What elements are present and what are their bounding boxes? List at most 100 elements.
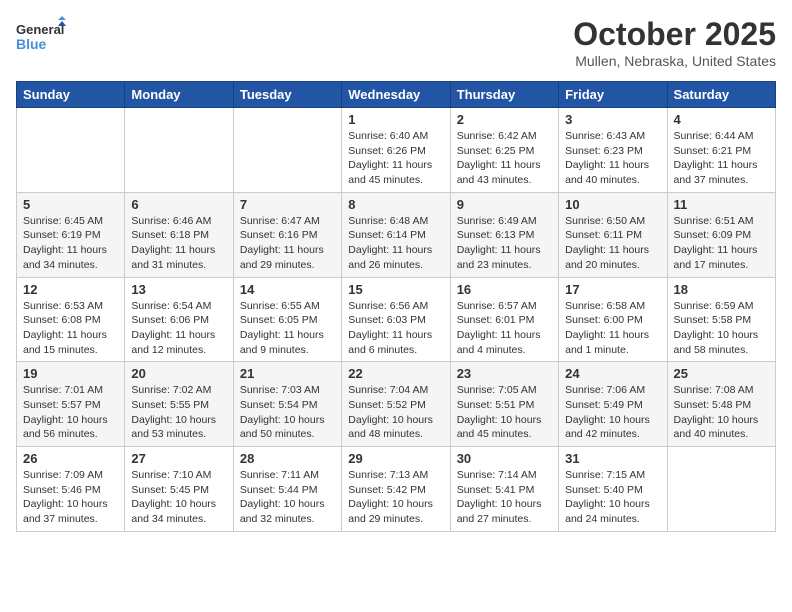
table-row: 30Sunrise: 7:14 AM Sunset: 5:41 PM Dayli… <box>450 447 558 532</box>
day-info: Sunrise: 6:46 AM Sunset: 6:18 PM Dayligh… <box>131 214 226 273</box>
logo: General Blue <box>16 16 66 56</box>
day-info: Sunrise: 6:40 AM Sunset: 6:26 PM Dayligh… <box>348 129 443 188</box>
day-number: 13 <box>131 282 226 297</box>
calendar-header-row: Sunday Monday Tuesday Wednesday Thursday… <box>17 82 776 108</box>
svg-text:Blue: Blue <box>16 36 47 52</box>
table-row: 21Sunrise: 7:03 AM Sunset: 5:54 PM Dayli… <box>233 362 341 447</box>
day-info: Sunrise: 7:13 AM Sunset: 5:42 PM Dayligh… <box>348 468 443 527</box>
day-number: 22 <box>348 366 443 381</box>
calendar-week-3: 12 Sunrise: 6:53 AM Sunset: 6:08 PM Dayli… <box>17 277 776 362</box>
table-row: 6 Sunrise: 6:46 AM Sunset: 6:18 PM Daylig… <box>125 192 233 277</box>
col-monday: Monday <box>125 82 233 108</box>
col-wednesday: Wednesday <box>342 82 450 108</box>
table-row: 15 Sunrise: 6:56 AM Sunset: 6:03 PM Dayli… <box>342 277 450 362</box>
table-row: 10 Sunrise: 6:50 AM Sunset: 6:11 PM Dayli… <box>559 192 667 277</box>
day-number: 18 <box>674 282 769 297</box>
day-number: 6 <box>131 197 226 212</box>
table-row <box>17 108 125 193</box>
calendar-week-5: 26 Sunrise: 7:09 AM Sunset: 5:46 PM Dayli… <box>17 447 776 532</box>
day-number: 27 <box>131 451 226 466</box>
day-info: Sunrise: 6:49 AM Sunset: 6:13 PM Dayligh… <box>457 214 552 273</box>
col-saturday: Saturday <box>667 82 775 108</box>
col-tuesday: Tuesday <box>233 82 341 108</box>
calendar-table: Sunday Monday Tuesday Wednesday Thursday… <box>16 81 776 532</box>
day-info: Sunrise: 6:51 AM Sunset: 6:09 PM Dayligh… <box>674 214 769 273</box>
day-number: 15 <box>348 282 443 297</box>
day-info: Sunrise: 6:44 AM Sunset: 6:21 PM Dayligh… <box>674 129 769 188</box>
day-info: Sunrise: 7:15 AM Sunset: 5:40 PM Dayligh… <box>565 468 660 527</box>
page-subtitle: Mullen, Nebraska, United States <box>573 53 776 69</box>
table-row: 14Sunrise: 6:55 AM Sunset: 6:05 PM Dayli… <box>233 277 341 362</box>
table-row: 31 Sunrise: 7:15 AM Sunset: 5:40 PM Dayli… <box>559 447 667 532</box>
table-row: 19Sunrise: 7:01 AM Sunset: 5:57 PM Dayli… <box>17 362 125 447</box>
col-friday: Friday <box>559 82 667 108</box>
day-info: Sunrise: 7:09 AM Sunset: 5:46 PM Dayligh… <box>23 468 118 527</box>
table-row: 8Sunrise: 6:48 AM Sunset: 6:14 PM Daylig… <box>342 192 450 277</box>
table-row: 7Sunrise: 6:47 AM Sunset: 6:16 PM Daylig… <box>233 192 341 277</box>
day-info: Sunrise: 7:06 AM Sunset: 5:49 PM Dayligh… <box>565 383 660 442</box>
day-info: Sunrise: 6:53 AM Sunset: 6:08 PM Dayligh… <box>23 299 118 358</box>
table-row <box>125 108 233 193</box>
day-number: 7 <box>240 197 335 212</box>
day-info: Sunrise: 7:11 AM Sunset: 5:44 PM Dayligh… <box>240 468 335 527</box>
day-number: 17 <box>565 282 660 297</box>
table-row: 28 Sunrise: 7:11 AM Sunset: 5:44 PM Dayli… <box>233 447 341 532</box>
table-row: 18 Sunrise: 6:59 AM Sunset: 5:58 PM Dayli… <box>667 277 775 362</box>
day-number: 1 <box>348 112 443 127</box>
day-info: Sunrise: 6:58 AM Sunset: 6:00 PM Dayligh… <box>565 299 660 358</box>
table-row: 26 Sunrise: 7:09 AM Sunset: 5:46 PM Dayli… <box>17 447 125 532</box>
day-info: Sunrise: 6:43 AM Sunset: 6:23 PM Dayligh… <box>565 129 660 188</box>
day-number: 26 <box>23 451 118 466</box>
day-number: 3 <box>565 112 660 127</box>
day-info: Sunrise: 7:04 AM Sunset: 5:52 PM Dayligh… <box>348 383 443 442</box>
table-row: 25Sunrise: 7:08 AM Sunset: 5:48 PM Dayli… <box>667 362 775 447</box>
day-info: Sunrise: 7:05 AM Sunset: 5:51 PM Dayligh… <box>457 383 552 442</box>
day-number: 31 <box>565 451 660 466</box>
day-number: 10 <box>565 197 660 212</box>
day-number: 14 <box>240 282 335 297</box>
day-number: 28 <box>240 451 335 466</box>
calendar-week-1: 1 Sunrise: 6:40 AM Sunset: 6:26 PM Daylig… <box>17 108 776 193</box>
page-header: General Blue October 2025 Mullen, Nebras… <box>16 16 776 69</box>
day-number: 2 <box>457 112 552 127</box>
day-info: Sunrise: 6:59 AM Sunset: 5:58 PM Dayligh… <box>674 299 769 358</box>
table-row: 22 Sunrise: 7:04 AM Sunset: 5:52 PM Dayli… <box>342 362 450 447</box>
day-info: Sunrise: 6:50 AM Sunset: 6:11 PM Dayligh… <box>565 214 660 273</box>
table-row: 16Sunrise: 6:57 AM Sunset: 6:01 PM Dayli… <box>450 277 558 362</box>
table-row <box>667 447 775 532</box>
calendar-week-4: 19Sunrise: 7:01 AM Sunset: 5:57 PM Dayli… <box>17 362 776 447</box>
table-row <box>233 108 341 193</box>
day-info: Sunrise: 7:02 AM Sunset: 5:55 PM Dayligh… <box>131 383 226 442</box>
table-row: 13 Sunrise: 6:54 AM Sunset: 6:06 PM Dayli… <box>125 277 233 362</box>
col-sunday: Sunday <box>17 82 125 108</box>
table-row: 11 Sunrise: 6:51 AM Sunset: 6:09 PM Dayli… <box>667 192 775 277</box>
day-number: 9 <box>457 197 552 212</box>
day-info: Sunrise: 6:56 AM Sunset: 6:03 PM Dayligh… <box>348 299 443 358</box>
table-row: 2Sunrise: 6:42 AM Sunset: 6:25 PM Daylig… <box>450 108 558 193</box>
day-info: Sunrise: 7:10 AM Sunset: 5:45 PM Dayligh… <box>131 468 226 527</box>
logo-svg: General Blue <box>16 16 66 56</box>
table-row: 27 Sunrise: 7:10 AM Sunset: 5:45 PM Dayli… <box>125 447 233 532</box>
day-number: 23 <box>457 366 552 381</box>
table-row: 1 Sunrise: 6:40 AM Sunset: 6:26 PM Daylig… <box>342 108 450 193</box>
page-title: October 2025 <box>573 16 776 53</box>
day-number: 30 <box>457 451 552 466</box>
day-number: 21 <box>240 366 335 381</box>
table-row: 24Sunrise: 7:06 AM Sunset: 5:49 PM Dayli… <box>559 362 667 447</box>
title-block: October 2025 Mullen, Nebraska, United St… <box>573 16 776 69</box>
day-info: Sunrise: 6:54 AM Sunset: 6:06 PM Dayligh… <box>131 299 226 358</box>
day-number: 19 <box>23 366 118 381</box>
svg-text:General: General <box>16 22 64 37</box>
day-info: Sunrise: 6:45 AM Sunset: 6:19 PM Dayligh… <box>23 214 118 273</box>
day-number: 11 <box>674 197 769 212</box>
table-row: 5Sunrise: 6:45 AM Sunset: 6:19 PM Daylig… <box>17 192 125 277</box>
day-info: Sunrise: 6:57 AM Sunset: 6:01 PM Dayligh… <box>457 299 552 358</box>
table-row: 29Sunrise: 7:13 AM Sunset: 5:42 PM Dayli… <box>342 447 450 532</box>
day-number: 12 <box>23 282 118 297</box>
table-row: 4 Sunrise: 6:44 AM Sunset: 6:21 PM Daylig… <box>667 108 775 193</box>
day-info: Sunrise: 7:08 AM Sunset: 5:48 PM Dayligh… <box>674 383 769 442</box>
table-row: 9 Sunrise: 6:49 AM Sunset: 6:13 PM Daylig… <box>450 192 558 277</box>
col-thursday: Thursday <box>450 82 558 108</box>
day-number: 4 <box>674 112 769 127</box>
day-number: 8 <box>348 197 443 212</box>
